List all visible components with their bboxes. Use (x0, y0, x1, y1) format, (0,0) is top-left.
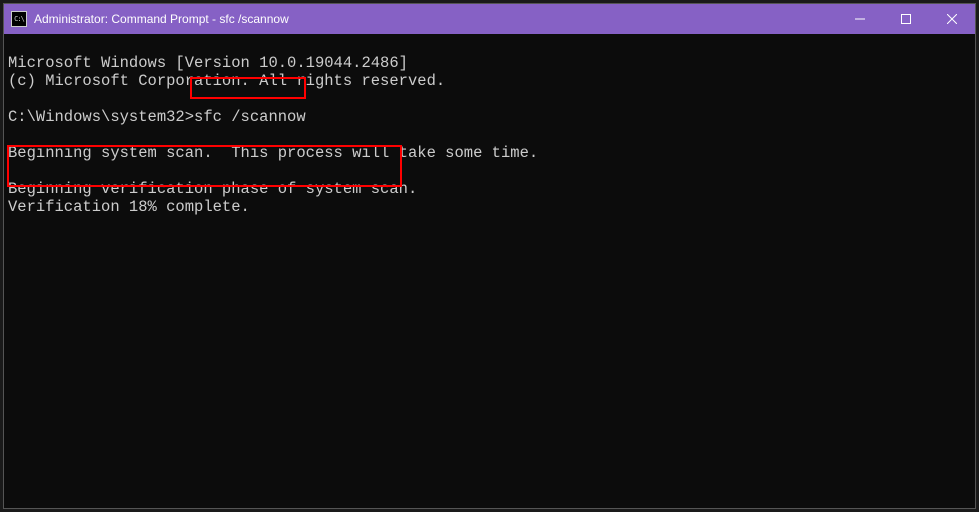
titlebar[interactable]: C:\ Administrator: Command Prompt - sfc … (4, 4, 975, 34)
terminal-output[interactable]: Microsoft Windows [Version 10.0.19044.24… (4, 34, 975, 236)
cmd-icon: C:\ (11, 11, 27, 27)
close-button[interactable] (929, 4, 975, 34)
minimize-icon (855, 14, 865, 24)
close-icon (947, 14, 957, 24)
minimize-button[interactable] (837, 4, 883, 34)
window-title: Administrator: Command Prompt - sfc /sca… (34, 12, 289, 26)
output-line: Beginning system scan. This process will… (8, 144, 538, 162)
output-line: Verification 18% complete. (8, 198, 250, 216)
command-prompt-window: C:\ Administrator: Command Prompt - sfc … (3, 3, 976, 509)
prompt: C:\Windows\system32> (8, 108, 194, 126)
titlebar-left: C:\ Administrator: Command Prompt - sfc … (4, 11, 289, 27)
output-line: (c) Microsoft Corporation. All rights re… (8, 72, 445, 90)
command-text: sfc /scannow (194, 108, 306, 126)
maximize-button[interactable] (883, 4, 929, 34)
output-line: Beginning verification phase of system s… (8, 180, 417, 198)
output-line: Microsoft Windows [Version 10.0.19044.24… (8, 54, 408, 72)
window-controls (837, 4, 975, 34)
maximize-icon (901, 14, 911, 24)
